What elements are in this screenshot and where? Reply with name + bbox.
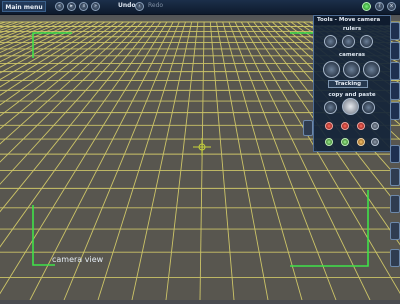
tracking-button[interactable]: Tracking [328,80,368,88]
copy-paste-section-label: copy and paste [328,92,376,98]
cancel-icon[interactable] [371,122,379,130]
side-tab-9[interactable] [390,222,400,240]
delete-icon[interactable] [325,122,333,130]
stop-icon[interactable] [341,122,349,130]
record-icon[interactable] [357,122,365,130]
side-tab-2[interactable] [390,42,400,60]
side-tab-6[interactable] [390,145,400,163]
eyedropper-button[interactable] [324,101,337,114]
confirm-icon[interactable] [325,138,333,146]
cameras-section-label: cameras [338,52,366,58]
ruler-grid-button[interactable] [324,35,337,48]
side-tab-8[interactable] [390,195,400,213]
side-tab-1[interactable] [390,22,400,40]
rulers-section-label: rulers [342,26,362,32]
ruler-toggle-button[interactable] [360,35,373,48]
camera-target-icon [193,138,211,156]
side-tab-7[interactable] [390,168,400,186]
camera-fixed-button[interactable] [343,61,360,78]
collapse-panel-tab[interactable] [303,120,313,136]
side-tab-10[interactable] [390,249,400,267]
flip-icon[interactable] [371,138,379,146]
paste-icon[interactable] [341,138,349,146]
clock-button[interactable] [342,98,359,115]
rotate-icon[interactable] [357,138,365,146]
side-tab-5[interactable] [390,102,400,120]
camera-view-label: camera view [52,255,104,264]
side-tab-3[interactable] [390,62,400,80]
side-tab-4[interactable] [390,82,400,100]
camera-follow-button[interactable] [363,61,380,78]
ruler-measure-button[interactable] [342,35,355,48]
camera-free-button[interactable] [323,61,340,78]
panel-title: Tools - Move camera [314,16,390,25]
copy-button[interactable] [362,101,375,114]
